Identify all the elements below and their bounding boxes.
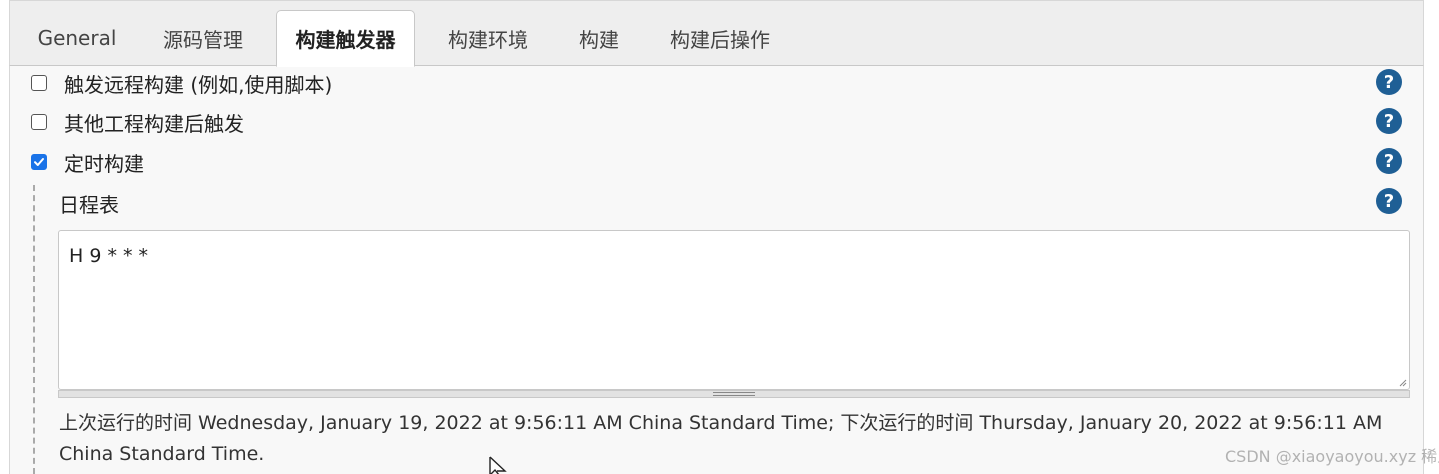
schedule-textarea[interactable]: H 9 * * * xyxy=(58,230,1410,390)
help-icon[interactable]: ? xyxy=(1376,108,1402,134)
trigger-upstream-label: 其他工程构建后触发 xyxy=(64,111,244,136)
trigger-upstream-checkbox[interactable] xyxy=(31,114,47,130)
trigger-timer-row: 定时构建 xyxy=(31,148,144,176)
textarea-resize-bar[interactable] xyxy=(58,390,1410,398)
trigger-timer-label: 定时构建 xyxy=(64,151,144,176)
schedule-run-info: 上次运行的时间 Wednesday, January 19, 2022 at 9… xyxy=(59,412,1383,465)
watermark: CSDN @xiaoyaoyou.xyz 稀土掘金技术社区 xyxy=(1225,447,1439,466)
help-icon[interactable]: ? xyxy=(1376,69,1402,95)
schedule-value: H 9 * * * xyxy=(69,245,149,267)
tab-build[interactable]: 构建 xyxy=(562,10,636,66)
help-icon[interactable]: ? xyxy=(1376,188,1402,214)
tab-post-build[interactable]: 构建后操作 xyxy=(652,10,788,66)
schedule-label: 日程表 xyxy=(59,193,119,217)
tab-source-code[interactable]: 源码管理 xyxy=(145,10,261,66)
trigger-remote-checkbox[interactable] xyxy=(31,75,47,91)
tab-general[interactable]: General xyxy=(25,10,129,66)
resize-grip-icon[interactable] xyxy=(1397,377,1407,387)
trigger-timer-checkbox[interactable] xyxy=(31,154,47,170)
trigger-upstream-row: 其他工程构建后触发 xyxy=(31,108,244,136)
page: General 源码管理 构建触发器 构建环境 构建 构建后操作 触发远程构建 … xyxy=(0,0,1439,474)
help-icon[interactable]: ? xyxy=(1376,148,1402,174)
trigger-remote-row: 触发远程构建 (例如,使用脚本) xyxy=(31,69,332,97)
tab-build-environment[interactable]: 构建环境 xyxy=(430,10,546,66)
trigger-remote-label: 触发远程构建 (例如,使用脚本) xyxy=(64,72,333,97)
nested-section-indicator xyxy=(33,185,35,474)
mouse-cursor-icon xyxy=(489,456,507,474)
checkmark-icon xyxy=(34,158,44,166)
drag-handle-icon xyxy=(713,392,755,396)
tab-build-triggers[interactable]: 构建触发器 xyxy=(276,10,415,67)
